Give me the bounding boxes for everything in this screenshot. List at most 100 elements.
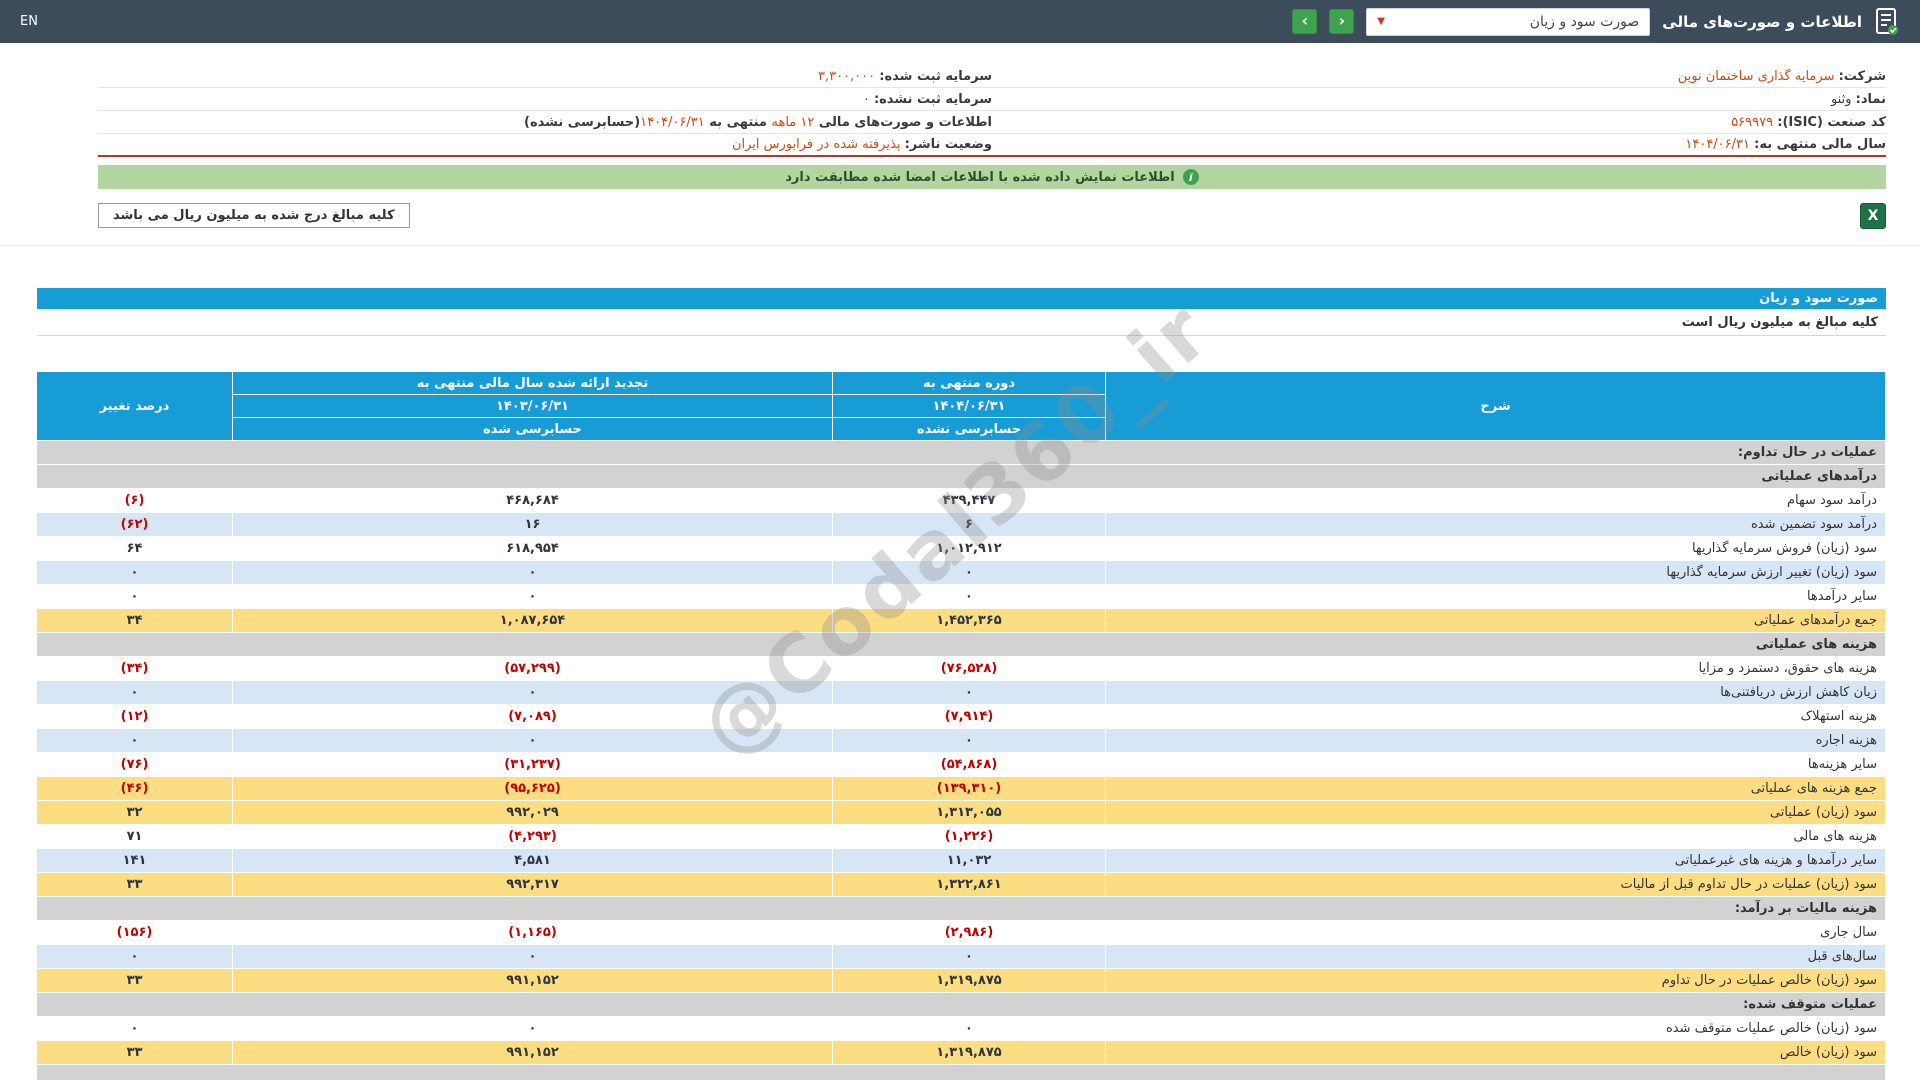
row-label-cell: درآمد سود تضمین شده [1106,513,1886,537]
signature-match-notice: i اطلاعات نمایش داده شده با اطلاعات امضا… [98,165,1886,189]
company-info-row: کد صنعت (ISIC): ۵۶۹۹۷۹اطلاعات و صورت‌های… [98,111,1886,134]
section-header-cell: هزینه مالیات بر درآمد: [37,897,1886,921]
change-value-cell: ۳۳ [37,969,233,993]
report-select-value: صورت سود و زیان [1530,14,1640,30]
report-document-icon[interactable] [1874,7,1900,37]
info-value-link[interactable]: ۱۲ ماهه [772,115,815,130]
info-text: وضعیت ناشر: [905,137,992,152]
statement-row: درآمد سود سهام۴۳۹,۴۴۷۴۶۸,۶۸۴(۶) [37,489,1886,513]
company-info-cell: سرمایه ثبت نشده: ۰ [98,92,992,107]
statement-row: سال جاری(۲,۹۸۶)(۱,۱۶۵)(۱۵۶) [37,921,1886,945]
statement-row: هزینه استهلاک(۷,۹۱۴)(۷,۰۸۹)(۱۲) [37,705,1886,729]
current-value-cell: (۷,۹۱۴) [833,705,1106,729]
company-info-table: شرکت: سرمایه گذاری ساختمان نوینسرمایه ثب… [98,65,1886,157]
row-label-cell: هزینه های مالی [1106,825,1886,849]
prior-value-cell: (۷,۰۸۹) [233,705,833,729]
row-label-cell: سایر درآمدها و هزینه های غیرعملیاتی [1106,849,1886,873]
row-label-cell: سال جاری [1106,921,1886,945]
language-toggle-en[interactable]: EN [20,14,38,29]
current-value-cell: (۵۴,۸۶۸) [833,753,1106,777]
row-label-cell: سود (زیان) تغییر ارزش سرمایه گذاریها [1106,561,1886,585]
current-value-cell: ۱۱,۰۳۲ [833,849,1106,873]
statement-row: سود (زیان) خالص عملیات متوقف شده۰۰۰ [37,1017,1886,1041]
statement-row: جمع هزینه های عملیاتی(۱۳۹,۳۱۰)(۹۵,۶۲۵)(۴… [37,777,1886,801]
statement-row: سایر درآمدها و هزینه های غیرعملیاتی۱۱,۰۳… [37,849,1886,873]
company-info-cell: سرمایه ثبت شده: ۳,۳۰۰,۰۰۰ [98,69,992,84]
prior-value-cell: (۴,۲۹۳) [233,825,833,849]
info-icon: i [1183,169,1199,185]
info-text: ۰ [863,92,874,107]
current-value-cell: (۱۳۹,۳۱۰) [833,777,1106,801]
income-statement-table: شرح دوره منتهی به تجدید ارائه شده سال ما… [36,371,1886,1080]
company-info-cell: کد صنعت (ISIC): ۵۶۹۹۷۹ [992,115,1886,130]
tools-row: X کلیه مبالغ درج شده به میلیون ریال می ب… [98,203,1886,229]
row-label-cell: سایر هزینه‌ها [1106,753,1886,777]
prior-value-cell: ۰ [233,561,833,585]
info-text: نماد: [1856,92,1886,107]
current-value-cell: ۱,۳۱۹,۸۷۵ [833,1041,1106,1065]
col-header-current-period: دوره منتهی به [833,372,1106,395]
info-value-link[interactable]: ۵۶۹۹۷۹ [1731,115,1777,130]
change-value-cell: ۳۴ [37,609,233,633]
statement-row: هزینه اجاره۰۰۰ [37,729,1886,753]
change-value-cell: ۰ [37,585,233,609]
prior-value-cell: (۳۱,۲۳۷) [233,753,833,777]
row-label-cell: جمع هزینه های عملیاتی [1106,777,1886,801]
current-value-cell: ۰ [833,681,1106,705]
change-value-cell: ۳۳ [37,1041,233,1065]
excel-export-icon[interactable]: X [1860,203,1886,229]
info-value-link[interactable]: ۳,۳۰۰,۰۰۰ [818,69,879,84]
info-text: سرمایه ثبت نشده: [874,92,992,107]
current-value-cell: ۰ [833,729,1106,753]
info-value-link[interactable]: ۱۴۰۴/۰۶/۳۱ [1685,137,1754,152]
current-value-cell: ۰ [833,585,1106,609]
company-info-row: شرکت: سرمایه گذاری ساختمان نوینسرمایه ثب… [98,65,1886,88]
topbar-section-label: اطلاعات و صورت‌های مالی [1662,13,1862,31]
col-header-restated-period: تجدید ارائه شده سال مالی منتهی به [233,372,833,395]
statement-row: عملیات متوقف شده: [37,993,1886,1017]
info-value-link[interactable]: ۱۴۰۴/۰۶/۳۱ [640,115,705,130]
row-label-cell: سال‌های قبل [1106,945,1886,969]
section-header-cell [37,1065,1886,1080]
current-value-cell: ۱,۴۵۲,۳۶۵ [833,609,1106,633]
info-value-link[interactable]: سرمایه گذاری ساختمان نوین [1678,69,1839,84]
statement-unit-note: کلیه مبالغ به میلیون ریال است [37,309,1886,336]
statement-row: سود (زیان) تغییر ارزش سرمایه گذاریها۰۰۰ [37,561,1886,585]
col-header-prior-date: ۱۴۰۳/۰۶/۳۱ [233,395,833,418]
company-info-row: نماد: وثنو سرمایه ثبت نشده: ۰ [98,88,1886,111]
current-value-cell: (۷۶,۵۲۸) [833,657,1106,681]
statement-row: هزینه های عملیاتی [37,633,1886,657]
statement-row: سود (زیان) خالص۱,۳۱۹,۸۷۵۹۹۱,۱۵۲۳۳ [37,1041,1886,1065]
change-value-cell: ۰ [37,1017,233,1041]
change-value-cell: ۰ [37,681,233,705]
prior-value-cell: ۰ [233,1017,833,1041]
prior-value-cell: ۹۹۲,۳۱۷ [233,873,833,897]
next-statement-button[interactable]: › [1292,9,1317,34]
statement-row: درآمدهای عملیاتی [37,465,1886,489]
row-label-cell: سایر درآمدها [1106,585,1886,609]
info-text: وثنو [1831,92,1856,107]
document-icon-svg [1875,8,1899,36]
company-info-cell: سال مالی منتهی به: ۱۴۰۴/۰۶/۳۱ [992,137,1886,152]
prior-value-cell: ۴۶۸,۶۸۴ [233,489,833,513]
row-label-cell: درآمد سود سهام [1106,489,1886,513]
company-info-cell: وضعیت ناشر: پذیرفته شده در فرابورس ایران [98,137,992,152]
report-type-select[interactable]: صورت سود و زیان ▼ [1366,8,1650,36]
prior-value-cell: ۱۶ [233,513,833,537]
prior-value-cell: ۰ [233,945,833,969]
change-value-cell: (۴۶) [37,777,233,801]
change-value-cell: ۱۴۱ [37,849,233,873]
statement-section: صورت سود و زیان کلیه مبالغ به میلیون ریا… [37,288,1886,1080]
change-value-cell: ۷۱ [37,825,233,849]
change-value-cell: ۰ [37,945,233,969]
current-value-cell: ۰ [833,1017,1106,1041]
select-caret-icon: ▼ [1377,17,1385,27]
info-value-link[interactable]: پذیرفته شده در فرابورس ایران [732,137,905,152]
statement-row: سود (زیان) فروش سرمایه گذاریها۱,۰۱۲,۹۱۲۶… [37,537,1886,561]
row-label-cell: جمع درآمدهای عملیاتی [1106,609,1886,633]
prior-value-cell: (۵۷,۲۹۹) [233,657,833,681]
section-header-cell: عملیات متوقف شده: [37,993,1886,1017]
current-value-cell: ۱,۳۱۳,۰۵۵ [833,801,1106,825]
company-info-row: سال مالی منتهی به: ۱۴۰۴/۰۶/۳۱وضعیت ناشر:… [98,134,1886,157]
prev-statement-button[interactable]: ‹ [1329,9,1354,34]
